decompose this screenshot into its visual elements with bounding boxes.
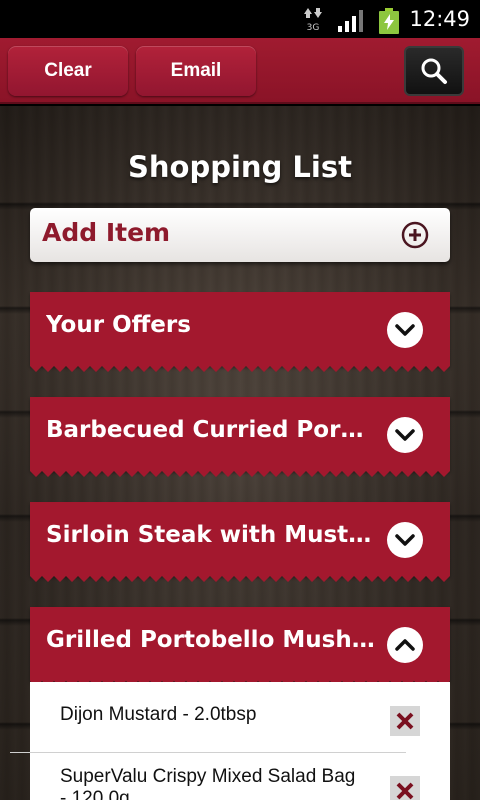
expanded-item-list: Dijon Mustard - 2.0tbsp SuperValu Crispy… (30, 682, 450, 800)
email-button[interactable]: Email (136, 46, 256, 96)
page-title: Shopping List (128, 150, 352, 184)
clock: 12:49 (409, 7, 470, 31)
zigzag-edge (30, 364, 450, 372)
item-text: SuperValu Crispy Mixed Salad Bag - 120.0… (60, 766, 356, 800)
collapse-toggle[interactable] (387, 627, 423, 663)
add-item-field[interactable]: Add Item (30, 208, 450, 262)
section-title: Sirloin Steak with Mustar... (46, 522, 376, 548)
chevron-down-icon (395, 324, 415, 336)
svg-text:3G: 3G (307, 23, 320, 32)
section-your-offers[interactable]: Your Offers (30, 292, 450, 372)
expand-toggle[interactable] (387, 312, 423, 348)
expand-toggle[interactable] (387, 522, 423, 558)
signal-icon (338, 10, 363, 32)
section-barbecued-curried-pork[interactable]: Barbecued Curried Pork ... (30, 397, 450, 477)
remove-item-button[interactable] (390, 706, 420, 736)
divider (10, 752, 406, 753)
list-item: Dijon Mustard - 2.0tbsp (30, 690, 450, 746)
zigzag-edge (30, 469, 450, 477)
remove-item-button[interactable] (390, 776, 420, 800)
section-grilled-portobello[interactable]: Grilled Portobello Mushr... (30, 607, 450, 687)
clear-button[interactable]: Clear (8, 46, 128, 96)
chevron-down-icon (395, 534, 415, 546)
close-icon (396, 782, 414, 800)
close-icon (396, 712, 414, 730)
search-icon (421, 58, 447, 84)
expand-toggle[interactable] (387, 417, 423, 453)
list-item: SuperValu Crispy Mixed Salad Bag - 120.0… (30, 762, 450, 800)
search-button[interactable] (404, 46, 464, 96)
section-sirloin-steak[interactable]: Sirloin Steak with Mustar... (30, 502, 450, 582)
network-3g-icon: 3G (304, 8, 322, 32)
chevron-up-icon (395, 639, 415, 651)
zigzag-edge (30, 574, 450, 582)
battery-charging-icon (379, 8, 399, 34)
chevron-down-icon (395, 429, 415, 441)
plus-circle-icon[interactable] (400, 220, 430, 250)
item-text: Dijon Mustard - 2.0tbsp (60, 704, 257, 725)
section-title: Your Offers (46, 312, 191, 338)
add-item-label: Add Item (42, 218, 171, 247)
toolbar: Clear Email (0, 38, 480, 104)
section-title: Grilled Portobello Mushr... (46, 627, 376, 653)
status-bar: 3G 12:49 (0, 0, 480, 38)
section-title: Barbecued Curried Pork ... (46, 417, 376, 443)
